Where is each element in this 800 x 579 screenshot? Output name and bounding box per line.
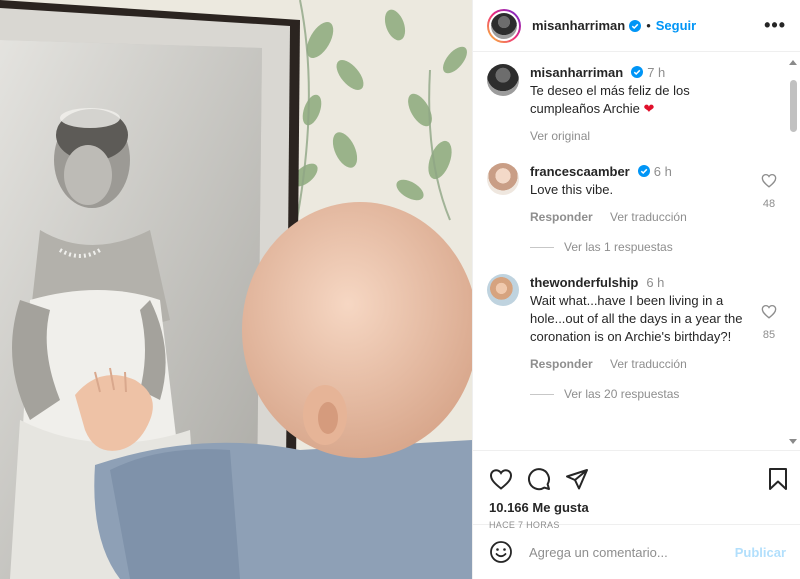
replies-line <box>530 246 554 248</box>
share-paper-plane-icon[interactable] <box>565 468 589 490</box>
comments-list[interactable]: misanharriman 7 h Te deseo el más feliz d… <box>473 52 800 450</box>
verified-badge-icon <box>631 66 644 78</box>
verified-badge-icon <box>637 165 650 177</box>
scroll-down-arrow-icon[interactable] <box>789 439 797 444</box>
reply-button[interactable]: Responder <box>530 210 593 224</box>
caption-text: Te deseo el más feliz de los cumpleaños … <box>530 83 690 116</box>
view-replies-button[interactable]: Ver las 20 respuestas <box>530 387 800 401</box>
see-original-link[interactable]: Ver original <box>530 129 590 143</box>
emoji-smiley-icon[interactable] <box>489 540 513 564</box>
comment-avatar[interactable] <box>487 163 519 195</box>
save-bookmark-icon[interactable] <box>768 467 788 491</box>
post-photo <box>0 0 472 579</box>
caption: misanharriman 7 h Te deseo el más feliz d… <box>487 64 800 145</box>
post-actions: 10.166 Me gusta HACE 7 HORAS <box>473 450 800 530</box>
view-replies-label: Ver las 20 respuestas <box>564 387 680 401</box>
comment-input[interactable] <box>529 544 735 560</box>
scroll-up-arrow-icon[interactable] <box>789 60 797 65</box>
view-replies-label: Ver las 1 respuestas <box>564 240 673 254</box>
translate-button[interactable]: Ver traducción <box>610 210 687 224</box>
comment: thewonderfulship 6 h Wait what...have I b… <box>487 274 800 373</box>
post-side-panel: misanharriman • Seguir ••• misanharriman… <box>472 0 800 579</box>
comment-username[interactable]: francescaamber <box>530 164 630 179</box>
comment-bubble-icon[interactable] <box>527 467 551 491</box>
more-options-icon[interactable]: ••• <box>764 15 786 36</box>
comment-time: 6 h <box>646 275 665 290</box>
likes-count[interactable]: 10.166 Me gusta <box>489 500 786 515</box>
caption-body: misanharriman 7 h Te deseo el más feliz d… <box>530 64 748 145</box>
follow-button[interactable]: Seguir <box>656 18 696 33</box>
author-avatar-image <box>489 10 519 41</box>
instagram-post: misanharriman • Seguir ••• misanharriman… <box>0 0 800 579</box>
comment-meta: Responder Ver traducción <box>530 208 748 226</box>
heart-outline-icon[interactable] <box>761 304 777 319</box>
post-time-ago: HACE 7 HORAS <box>489 520 560 530</box>
comment-like: 85 <box>758 304 780 341</box>
reply-button[interactable]: Responder <box>530 357 593 371</box>
scroll-thumb[interactable] <box>790 80 797 132</box>
comment-composer: Publicar <box>473 524 800 579</box>
caption-meta: Ver original <box>530 127 748 145</box>
like-heart-icon[interactable] <box>489 468 513 490</box>
translate-button[interactable]: Ver traducción <box>610 357 687 371</box>
comment-body: thewonderfulship 6 h Wait what...have I b… <box>530 274 748 373</box>
caption-avatar[interactable] <box>487 64 519 96</box>
comment-like-count: 85 <box>762 329 776 341</box>
comment-time: 6 h <box>653 164 672 179</box>
caption-time: 7 h <box>647 65 666 80</box>
verified-badge-icon <box>629 19 642 32</box>
view-replies-button[interactable]: Ver las 1 respuestas <box>530 240 800 254</box>
comment-text: Wait what...have I been living in a hole… <box>530 293 743 344</box>
comments-scrollbar[interactable] <box>789 58 798 446</box>
post-header: misanharriman • Seguir ••• <box>473 0 800 52</box>
replies-line <box>530 393 554 395</box>
comment-like-count: 48 <box>762 198 776 210</box>
publish-button[interactable]: Publicar <box>735 545 786 560</box>
comment-text: Love this vibe. <box>530 182 614 197</box>
action-icons <box>489 467 786 491</box>
post-media[interactable] <box>0 0 472 579</box>
comment-username[interactable]: thewonderfulship <box>530 275 638 290</box>
comment: francescaamber 6 h Love this vibe. Respon… <box>487 163 800 226</box>
comment-body: francescaamber 6 h Love this vibe. Respon… <box>530 163 748 226</box>
comment-like: 48 <box>758 173 780 210</box>
caption-username[interactable]: misanharriman <box>530 65 623 80</box>
heart-emoji: ❤ <box>643 101 655 116</box>
author-username[interactable]: misanharriman <box>532 18 625 33</box>
caption-text-line: Te deseo el más feliz de los cumpleaños … <box>530 82 748 118</box>
separator-dot: • <box>646 18 651 33</box>
comment-meta: Responder Ver traducción <box>530 355 748 373</box>
heart-outline-icon[interactable] <box>761 173 777 188</box>
comment-avatar[interactable] <box>487 274 519 306</box>
author-avatar[interactable] <box>487 8 521 43</box>
